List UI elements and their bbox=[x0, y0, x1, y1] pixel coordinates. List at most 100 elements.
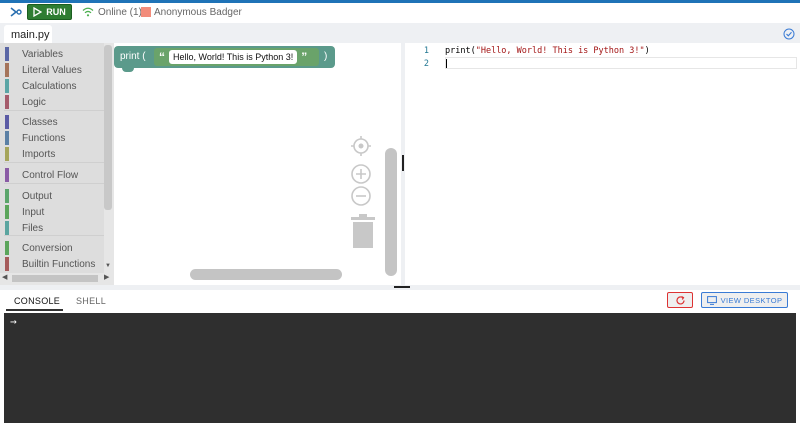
category-item[interactable]: Literal Values bbox=[5, 62, 82, 78]
category-label: Imports bbox=[22, 148, 56, 160]
view-desktop-button[interactable]: VIEW DESKTOP bbox=[701, 292, 788, 308]
category-label: Variables bbox=[22, 48, 63, 60]
refresh-icon bbox=[675, 295, 685, 305]
print-block-label: print ( bbox=[120, 51, 146, 62]
active-tab-underline bbox=[6, 309, 63, 311]
workspace-vertical-scrollbar[interactable] bbox=[385, 148, 397, 276]
code-function-end: ) bbox=[644, 46, 650, 56]
category-separator bbox=[4, 110, 104, 111]
line-number-gutter: 1 2 bbox=[405, 43, 441, 285]
category-color-swatch bbox=[5, 221, 9, 235]
toolbar: RUN Online (1) Anonymous Badger bbox=[0, 3, 800, 23]
scroll-down-arrow-icon[interactable]: ▼ bbox=[105, 263, 111, 269]
workspace-controls bbox=[350, 135, 375, 249]
tab-console[interactable]: CONSOLE bbox=[14, 296, 60, 306]
code-editor[interactable]: 1 2 print("Hello, World! This is Python … bbox=[405, 43, 800, 285]
category-label: Logic bbox=[22, 96, 46, 108]
category-separator bbox=[4, 162, 104, 163]
category-color-swatch bbox=[5, 131, 9, 145]
close-quote-icon: ” bbox=[301, 50, 308, 64]
trash-icon[interactable] bbox=[350, 213, 376, 249]
split-grip[interactable] bbox=[394, 286, 410, 288]
line-number: 2 bbox=[423, 59, 429, 69]
main-area: Variables Literal Values Calculations Logic… bbox=[0, 43, 800, 285]
code-line[interactable]: print("Hello, World! This is Python 3!") bbox=[445, 46, 650, 56]
category-label: Conversion bbox=[22, 242, 73, 254]
category-color-swatch bbox=[5, 47, 9, 61]
category-item[interactable]: Calculations bbox=[5, 78, 76, 94]
category-color-swatch bbox=[5, 63, 9, 77]
console-prompt-icon: → bbox=[10, 315, 17, 328]
category-label: Classes bbox=[22, 116, 58, 128]
toolbox-scroll-thumb[interactable] bbox=[104, 45, 112, 210]
category-item[interactable]: Imports bbox=[5, 146, 55, 162]
user-avatar bbox=[141, 7, 151, 17]
current-line-highlight[interactable] bbox=[445, 57, 797, 69]
console-panel: CONSOLE SHELL VIEW DESKTOP → bbox=[0, 290, 800, 423]
restart-button[interactable] bbox=[667, 292, 693, 308]
category-color-swatch bbox=[5, 205, 9, 219]
category-label: Builtin Functions bbox=[22, 258, 96, 270]
category-color-swatch bbox=[5, 115, 9, 129]
category-item[interactable]: Files bbox=[5, 220, 43, 236]
category-item[interactable]: Input bbox=[5, 204, 44, 220]
category-item[interactable]: Conversion bbox=[5, 240, 73, 256]
zoom-out-icon[interactable] bbox=[350, 185, 372, 207]
scroll-left-arrow-icon[interactable]: ◀ bbox=[2, 273, 7, 281]
center-view-icon[interactable] bbox=[350, 135, 372, 157]
run-button[interactable]: RUN bbox=[27, 4, 72, 20]
user-name: Anonymous Badger bbox=[154, 7, 242, 18]
console-output[interactable]: → bbox=[4, 313, 796, 423]
print-block-close-paren: ) bbox=[324, 51, 328, 62]
block-workspace[interactable]: print ( “ Hello, World! This is Python 3… bbox=[114, 43, 401, 285]
category-item[interactable]: Classes bbox=[5, 114, 58, 130]
line-number: 1 bbox=[423, 46, 429, 56]
category-label: Literal Values bbox=[22, 64, 82, 76]
workspace-horizontal-scrollbar[interactable] bbox=[190, 269, 342, 280]
monitor-icon bbox=[706, 295, 717, 305]
menu-icon[interactable] bbox=[9, 5, 23, 19]
toolbox-vertical-scrollbar[interactable]: ▼ bbox=[104, 45, 114, 269]
online-status: Online (1) bbox=[98, 7, 142, 18]
file-tab-bar: main.py bbox=[0, 23, 800, 45]
block-toolbox: Variables Literal Values Calculations Logic… bbox=[0, 43, 114, 285]
string-literal-block[interactable]: “ Hello, World! This is Python 3! ” bbox=[154, 48, 319, 66]
category-label: Input bbox=[22, 206, 45, 218]
zoom-in-icon[interactable] bbox=[350, 163, 372, 185]
category-color-swatch bbox=[5, 79, 9, 93]
category-item[interactable]: Builtin Functions bbox=[5, 256, 95, 272]
split-grip[interactable] bbox=[402, 155, 404, 171]
category-separator bbox=[4, 235, 104, 236]
toolbox-horizontal-scrollbar[interactable]: ◀ ▶ bbox=[0, 273, 114, 285]
category-item[interactable]: Output bbox=[5, 188, 52, 204]
category-list: Variables Literal Values Calculations Logic… bbox=[0, 43, 104, 273]
run-button-label: RUN bbox=[46, 7, 66, 17]
category-item[interactable]: Functions bbox=[5, 130, 65, 146]
category-label: Functions bbox=[22, 132, 66, 144]
category-item[interactable]: Control Flow bbox=[5, 167, 78, 183]
text-cursor bbox=[446, 59, 447, 68]
tab-shell[interactable]: SHELL bbox=[76, 296, 106, 306]
wifi-icon bbox=[82, 7, 94, 17]
string-value-field[interactable]: Hello, World! This is Python 3! bbox=[169, 50, 298, 64]
category-color-swatch bbox=[5, 95, 9, 109]
category-item[interactable]: Logic bbox=[5, 94, 46, 110]
category-label: Control Flow bbox=[22, 169, 79, 181]
category-color-swatch bbox=[5, 257, 9, 271]
toolbox-hscroll-thumb[interactable] bbox=[12, 275, 98, 282]
tab-main-py[interactable]: main.py bbox=[4, 25, 52, 45]
open-quote-icon: “ bbox=[159, 50, 165, 64]
saved-check-icon bbox=[783, 27, 795, 40]
category-item[interactable]: Variables bbox=[5, 46, 63, 62]
category-label: Calculations bbox=[22, 80, 77, 92]
print-block[interactable]: print ( “ Hello, World! This is Python 3… bbox=[114, 46, 335, 72]
category-label: Files bbox=[22, 222, 44, 234]
block-connector bbox=[122, 66, 134, 72]
play-icon bbox=[33, 7, 43, 17]
scroll-right-arrow-icon[interactable]: ▶ bbox=[104, 273, 109, 281]
view-desktop-label: VIEW DESKTOP bbox=[720, 295, 783, 305]
code-function: print( bbox=[445, 46, 476, 56]
category-color-swatch bbox=[5, 168, 9, 182]
category-separator bbox=[4, 183, 104, 184]
category-label: Output bbox=[22, 190, 53, 202]
